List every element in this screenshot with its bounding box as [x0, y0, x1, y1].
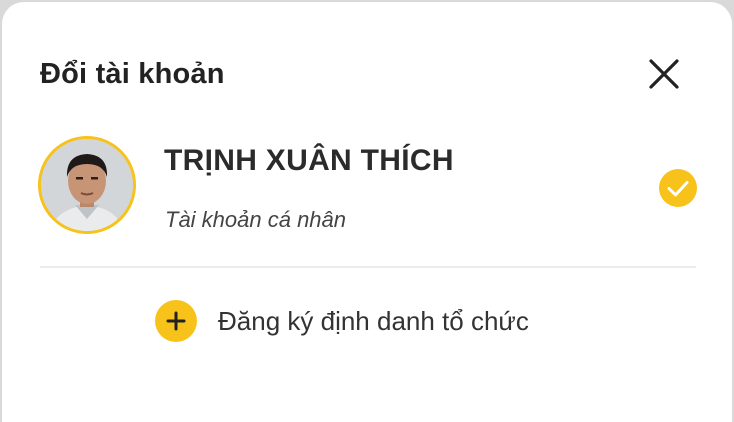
account-item-personal[interactable]: TRỊNH XUÂN THÍCH Tài khoản cá nhân: [38, 134, 702, 238]
register-organization-button[interactable]: Đăng ký định danh tổ chức: [154, 298, 529, 344]
account-name: TRỊNH XUÂN THÍCH: [164, 144, 454, 177]
account-type: Tài khoản cá nhân: [165, 207, 347, 232]
dialog-title: Đổi tài khoản: [40, 58, 225, 90]
plus-circle-icon: [155, 300, 197, 342]
switch-account-sheet: Đổi tài khoản TRỊNH XUÂN THÍCH Tài khoản…: [2, 2, 732, 422]
register-organization-label: Đăng ký định danh tổ chức: [218, 305, 529, 336]
check-circle-icon: [659, 169, 697, 207]
divider: [40, 266, 696, 268]
close-icon: [649, 59, 679, 89]
avatar: [38, 136, 136, 234]
close-button[interactable]: [642, 52, 686, 96]
